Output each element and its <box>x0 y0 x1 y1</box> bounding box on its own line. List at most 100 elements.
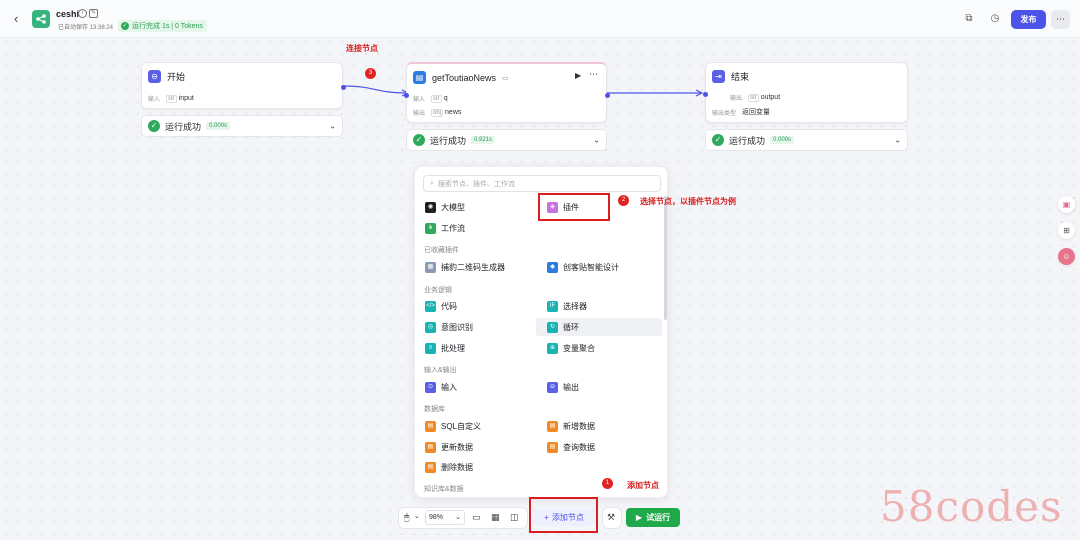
success-check-icon: ✓ <box>413 134 425 146</box>
plugin-doc-icon[interactable]: ▭ <box>502 74 509 82</box>
item-label: 捕豹二维码生成器 <box>441 262 505 272</box>
mouse-mode-icon[interactable]: 🖱 <box>404 512 409 523</box>
item-selector[interactable]: IF 选择器 <box>547 299 587 313</box>
start-output-port[interactable] <box>341 85 346 90</box>
plugin-output-row: 输出 obj news <box>413 108 461 117</box>
zoom-value: 98% <box>429 514 444 521</box>
plus-icon: + <box>544 513 549 522</box>
play-icon: ▶ <box>635 513 643 522</box>
status-label: 运行成功 <box>430 135 467 146</box>
plugin-status-bar[interactable]: ✓ 运行成功 0.921s ⌄ <box>406 129 607 151</box>
end-input-port[interactable] <box>703 92 708 97</box>
plugin-node-header: ▤ getToutiaoNews ▭ <box>413 71 509 84</box>
qr-icon: ▦ <box>425 261 436 273</box>
side-assistant-icon[interactable]: ▣ <box>1058 196 1075 213</box>
output-type-label: 输出类型 <box>712 110 737 117</box>
item-add-data[interactable]: ▤ 新增数据 <box>547 419 595 433</box>
annotation-step-1: 1 <box>602 478 613 489</box>
chevron-down-icon[interactable]: ⌄ <box>894 136 901 145</box>
item-label: 输入 <box>441 382 457 392</box>
output-icon: ⊖ <box>547 381 558 393</box>
aggregate-icon: ⊕ <box>547 342 558 354</box>
success-check-icon: ✓ <box>148 120 160 132</box>
more-icon[interactable]: ⋯ <box>589 69 598 80</box>
start-input-row: 输入 str input <box>148 94 194 103</box>
status-label: 运行成功 <box>729 135 766 146</box>
database-icon: ▤ <box>425 420 436 432</box>
status-time: 0.921s <box>471 136 496 144</box>
item-label: 大模型 <box>441 202 465 212</box>
item-query-data[interactable]: ▤ 查询数据 <box>547 440 595 454</box>
start-node[interactable]: ⊖ 开始 输入 str input <box>141 62 346 109</box>
add-node-button[interactable]: + 添加节点 <box>534 509 594 526</box>
output-value: output <box>760 94 781 101</box>
loop-icon: ↻ <box>547 321 558 333</box>
start-node-title: 开始 <box>167 72 186 82</box>
end-output-row: 输出 str output <box>730 93 780 102</box>
end-node[interactable]: ⇥ 结束 输出 str output 输出类型 返回变量 <box>703 62 908 123</box>
item-label: 意图识别 <box>441 322 473 332</box>
end-node-title: 结束 <box>731 72 750 82</box>
item-label: 更新数据 <box>441 442 473 452</box>
item-label: 变量聚合 <box>563 343 595 353</box>
type-tag: obj <box>431 109 444 117</box>
item-update-data[interactable]: ▤ 更新数据 <box>425 440 473 454</box>
item-code[interactable]: </> 代码 <box>425 299 457 313</box>
plugin-input-port[interactable] <box>404 93 409 98</box>
database-icon: ▤ <box>425 441 436 453</box>
add-node-label: 添加节点 <box>551 513 584 522</box>
item-sql[interactable]: ▤ SQL自定义 <box>425 419 481 433</box>
plugin-node[interactable]: ▤ getToutiaoNews ▭ ▶ ⋯ 输入 str q 输出 obj new… <box>404 62 610 123</box>
test-run-button[interactable]: ▶ 试运行 <box>626 508 680 527</box>
start-status-bar[interactable]: ✓ 运行成功 0.000s ⌄ <box>141 115 343 137</box>
run-node-icon[interactable]: ▶ <box>575 71 581 80</box>
output-type-value: 返回变量 <box>742 109 771 116</box>
side-bot-icon[interactable]: ☺ <box>1058 248 1075 265</box>
item-label: 查询数据 <box>563 442 595 452</box>
item-label: 循环 <box>563 322 579 332</box>
wrench-icon[interactable]: ⚒ <box>607 512 615 523</box>
input-value: q <box>443 95 448 102</box>
layout-icon[interactable]: ▦ <box>491 512 500 523</box>
item-qr-generator[interactable]: ▦ 捕豹二维码生成器 <box>425 260 505 274</box>
search-input[interactable]: ⌕ 搜索节点、插件、工作流 <box>423 175 661 192</box>
database-icon: ▤ <box>547 441 558 453</box>
item-ckt-design[interactable]: ◆ 创客贴智能设计 <box>547 260 619 274</box>
design-icon: ◆ <box>547 261 558 273</box>
item-var-aggregate[interactable]: ⊕ 变量聚合 <box>547 341 595 355</box>
end-icon: ⇥ <box>712 70 725 83</box>
code-icon: </> <box>425 300 436 312</box>
input-label: 输入 <box>148 97 161 103</box>
status-time: 0.000s <box>770 136 795 144</box>
item-input[interactable]: ⊙ 输入 <box>425 380 457 394</box>
item-label: 创客贴智能设计 <box>563 262 619 272</box>
batch-icon: ≡ <box>425 342 436 354</box>
chevron-down-icon[interactable]: ⌄ <box>593 136 600 145</box>
plugin-input-row: 输入 str q <box>413 94 448 103</box>
item-label: 删除数据 <box>441 462 473 472</box>
item-intent[interactable]: ◎ 意图识别 <box>425 320 473 334</box>
output-label: 输出 <box>413 111 426 117</box>
section-favorites: 已收藏插件 <box>424 247 459 254</box>
item-output[interactable]: ⊖ 输出 <box>547 380 579 394</box>
item-label: 选择器 <box>563 301 587 311</box>
item-batch[interactable]: ≡ 批处理 <box>425 341 465 355</box>
end-status-bar[interactable]: ✓ 运行成功 0.000s ⌄ <box>705 129 908 151</box>
plugin-output-port[interactable] <box>605 93 610 98</box>
item-delete-data[interactable]: ▤ 删除数据 <box>425 460 473 474</box>
comment-icon[interactable]: ▭ <box>472 512 481 523</box>
annotation-add-node: 添加节点 <box>627 481 659 490</box>
item-label: 新增数据 <box>563 421 595 431</box>
chevron-down-icon[interactable]: ⌄ <box>414 512 420 520</box>
item-llm[interactable]: ◉ 大模型 <box>425 200 465 214</box>
panel-scrollbar[interactable] <box>664 196 667 320</box>
status-label: 运行成功 <box>165 121 202 132</box>
chevron-down-icon[interactable]: ⌄ <box>329 122 336 131</box>
side-grid-icon[interactable]: ⊞ <box>1058 222 1075 239</box>
minimap-icon[interactable]: ◫ <box>510 512 519 523</box>
chevron-down-icon: ⌄ <box>455 514 461 521</box>
section-knowledge: 知识库&数据 <box>424 486 464 493</box>
zoom-select[interactable]: 98% ⌄ <box>425 510 465 525</box>
item-loop[interactable]: ↻ 循环 <box>547 320 579 334</box>
item-workflow[interactable]: ⋔ 工作流 <box>425 221 465 235</box>
